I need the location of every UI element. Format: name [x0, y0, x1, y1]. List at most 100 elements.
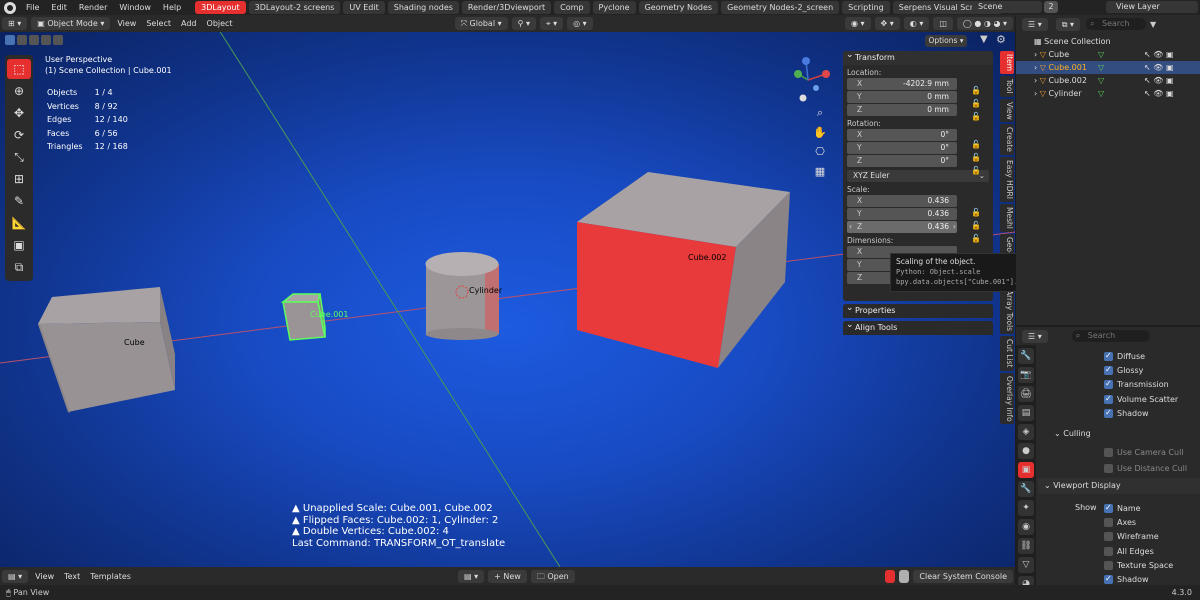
scale-x-field[interactable]: X 0.436: [847, 195, 957, 207]
properties-panel[interactable]: Properties: [843, 301, 993, 318]
text-menu-templates[interactable]: Templates: [85, 572, 136, 581]
prop-use-distance-cull[interactable]: Use Distance Cull: [1104, 463, 1187, 475]
workspace-tab-geometry-nodes-2[interactable]: Geometry Nodes-2_screen: [721, 1, 840, 14]
shading-modes[interactable]: ◯ ● ◑ ◕ ▾: [956, 17, 1013, 30]
scale-y-field[interactable]: Y 0.436: [847, 208, 957, 220]
options-button[interactable]: Options ▾: [925, 35, 967, 47]
prop-use-camera-cull[interactable]: Use Camera Cull: [1104, 447, 1184, 459]
text-menu-view[interactable]: View: [30, 572, 59, 581]
physics-tab-icon[interactable]: ◉: [1018, 519, 1034, 535]
select-intersect-icon[interactable]: [53, 35, 63, 45]
gizmo-toggle[interactable]: ✥ ▾: [874, 17, 900, 30]
particles-tab-icon[interactable]: ✦: [1018, 500, 1034, 516]
checkbox[interactable]: [1104, 532, 1113, 541]
clear-console-button[interactable]: Clear System Console: [913, 569, 1013, 583]
camera-view-icon[interactable]: ⎔: [812, 142, 828, 162]
viewport-menu-object[interactable]: Object: [202, 19, 238, 28]
properties-editor-type-button[interactable]: ☰ ▾: [1022, 329, 1048, 343]
checkbox[interactable]: [1104, 407, 1113, 419]
outliner-row-cylinder[interactable]: › ▽ Cylinder ▽ ↖ 👁 ▣: [1016, 87, 1200, 100]
data-tab-icon[interactable]: ▽: [1018, 557, 1034, 573]
menu-edit[interactable]: Edit: [45, 0, 73, 15]
tab-array-tools[interactable]: Array Tools: [1000, 287, 1014, 335]
settings-gear-icon[interactable]: ⚙: [996, 33, 1006, 46]
rotate-tool-icon[interactable]: ⟳: [7, 125, 31, 145]
object-tab-icon[interactable]: ▣: [1018, 462, 1034, 478]
tab-meshl[interactable]: Meshl: [1000, 204, 1014, 233]
constraints-tab-icon[interactable]: ⛓: [1018, 538, 1034, 554]
rotation-x-field[interactable]: X 0°: [847, 129, 957, 141]
workspace-tab-pyclone[interactable]: Pyclone: [592, 1, 636, 14]
menu-help[interactable]: Help: [157, 0, 187, 15]
rotation-z-field[interactable]: Z 0°: [847, 155, 957, 167]
tab-item[interactable]: Item: [1000, 51, 1014, 75]
add-object-tool-icon[interactable]: ⧉: [7, 257, 31, 277]
pivot-selector[interactable]: ⚲ ▾: [511, 17, 537, 30]
modifier-tab-icon[interactable]: 🔧: [1018, 481, 1034, 497]
select-invert-icon[interactable]: [41, 35, 51, 45]
prop-volume-scatter[interactable]: Volume Scatter: [1104, 393, 1178, 406]
menu-render[interactable]: Render: [73, 0, 113, 15]
row-visibility-icons[interactable]: ↖ 👁 ▣: [1144, 48, 1174, 61]
proportional-edit-toggle[interactable]: ◎ ▾: [567, 17, 593, 30]
outliner-filter-button[interactable]: ⧉ ▾: [1055, 17, 1081, 31]
outliner-row-cube001[interactable]: › ▽ Cube.001 ▽ ↖ 👁 ▣: [1016, 61, 1200, 74]
scale-tool-icon[interactable]: ⤡: [7, 147, 31, 167]
viewport-menu-select[interactable]: Select: [141, 19, 176, 28]
text-editor-type-button[interactable]: ▤ ▾: [2, 569, 29, 583]
viewport-menu-view[interactable]: View: [112, 19, 141, 28]
location-y-field[interactable]: Y 0 mm: [847, 91, 957, 103]
row-visibility-icons[interactable]: ↖ 👁 ▣: [1144, 74, 1174, 87]
lock-icon[interactable]: 🔓: [971, 86, 981, 96]
prop-display-name[interactable]: Name: [1104, 502, 1141, 515]
measure-tool-icon[interactable]: 📐: [7, 213, 31, 233]
rotation-mode-dropdown[interactable]: XYZ Euler ⌄: [847, 170, 989, 182]
zoom-icon[interactable]: ⌕: [812, 103, 828, 123]
tab-overlay-info[interactable]: Overlay Info: [1000, 372, 1014, 425]
workspace-tab-scripting[interactable]: Scripting: [842, 1, 890, 14]
select-subtract-icon[interactable]: [29, 35, 39, 45]
workspace-tab-3dlayout[interactable]: 3DLayout: [195, 1, 246, 14]
prop-transmission[interactable]: Transmission: [1104, 378, 1169, 391]
lock-icon[interactable]: 🔓: [971, 112, 981, 122]
lock-icon[interactable]: 🔓: [971, 234, 981, 244]
checkbox[interactable]: [1104, 573, 1113, 585]
text-menu-text[interactable]: Text: [59, 572, 85, 581]
checkbox[interactable]: [1104, 364, 1113, 376]
properties-search-input[interactable]: ⌕ Search: [1071, 330, 1150, 342]
world-tab-icon[interactable]: ●: [1018, 443, 1034, 459]
grid-view-icon[interactable]: ▦: [812, 162, 828, 182]
menu-window[interactable]: Window: [113, 0, 157, 15]
checkbox[interactable]: [1104, 547, 1113, 556]
xray-toggle[interactable]: ◫: [933, 17, 953, 30]
checkbox[interactable]: [1104, 464, 1113, 473]
add-cube-tool-icon[interactable]: ▣: [7, 235, 31, 255]
prop-display-axes[interactable]: Axes: [1104, 517, 1136, 529]
checkbox[interactable]: [1104, 350, 1113, 362]
lock-icon[interactable]: 🔓: [971, 221, 981, 231]
annotate-tool-icon[interactable]: ✎: [7, 191, 31, 211]
visibility-selector[interactable]: ◉ ▾: [844, 17, 871, 30]
new-text-button[interactable]: + New: [488, 569, 527, 583]
menu-file[interactable]: File: [20, 0, 45, 15]
location-x-field[interactable]: X -4202.9 mm: [847, 78, 957, 90]
lock-icon[interactable]: 🔓: [971, 99, 981, 109]
view-layer-selector[interactable]: View Layer: [1106, 1, 1198, 13]
text-browse-button[interactable]: ▤ ▾: [457, 569, 485, 583]
row-visibility-icons[interactable]: ↖ 👁 ▣: [1144, 61, 1174, 74]
prop-display-wireframe[interactable]: Wireframe: [1104, 531, 1159, 543]
lock-icon[interactable]: 🔓: [971, 140, 981, 150]
checkbox[interactable]: [1104, 502, 1113, 514]
prop-glossy[interactable]: Glossy: [1104, 364, 1143, 377]
filter-funnel-icon[interactable]: ▼: [1150, 20, 1156, 29]
checkbox[interactable]: [1104, 393, 1113, 405]
cursor-tool-icon[interactable]: ⊕: [7, 81, 31, 101]
outliner-scene-collection[interactable]: ▦ Scene Collection: [1016, 35, 1200, 48]
render-tab-icon[interactable]: 📷: [1018, 367, 1034, 383]
outliner-editor-type-button[interactable]: ☰ ▾: [1022, 17, 1048, 31]
checkbox[interactable]: [1104, 518, 1113, 527]
tab-create[interactable]: Create: [1000, 124, 1014, 156]
mode-selector[interactable]: ▣ Object Mode ▾: [31, 17, 111, 30]
filter-icon[interactable]: ▼: [980, 34, 988, 45]
view-layer-tab-icon[interactable]: ▤: [1018, 405, 1034, 421]
